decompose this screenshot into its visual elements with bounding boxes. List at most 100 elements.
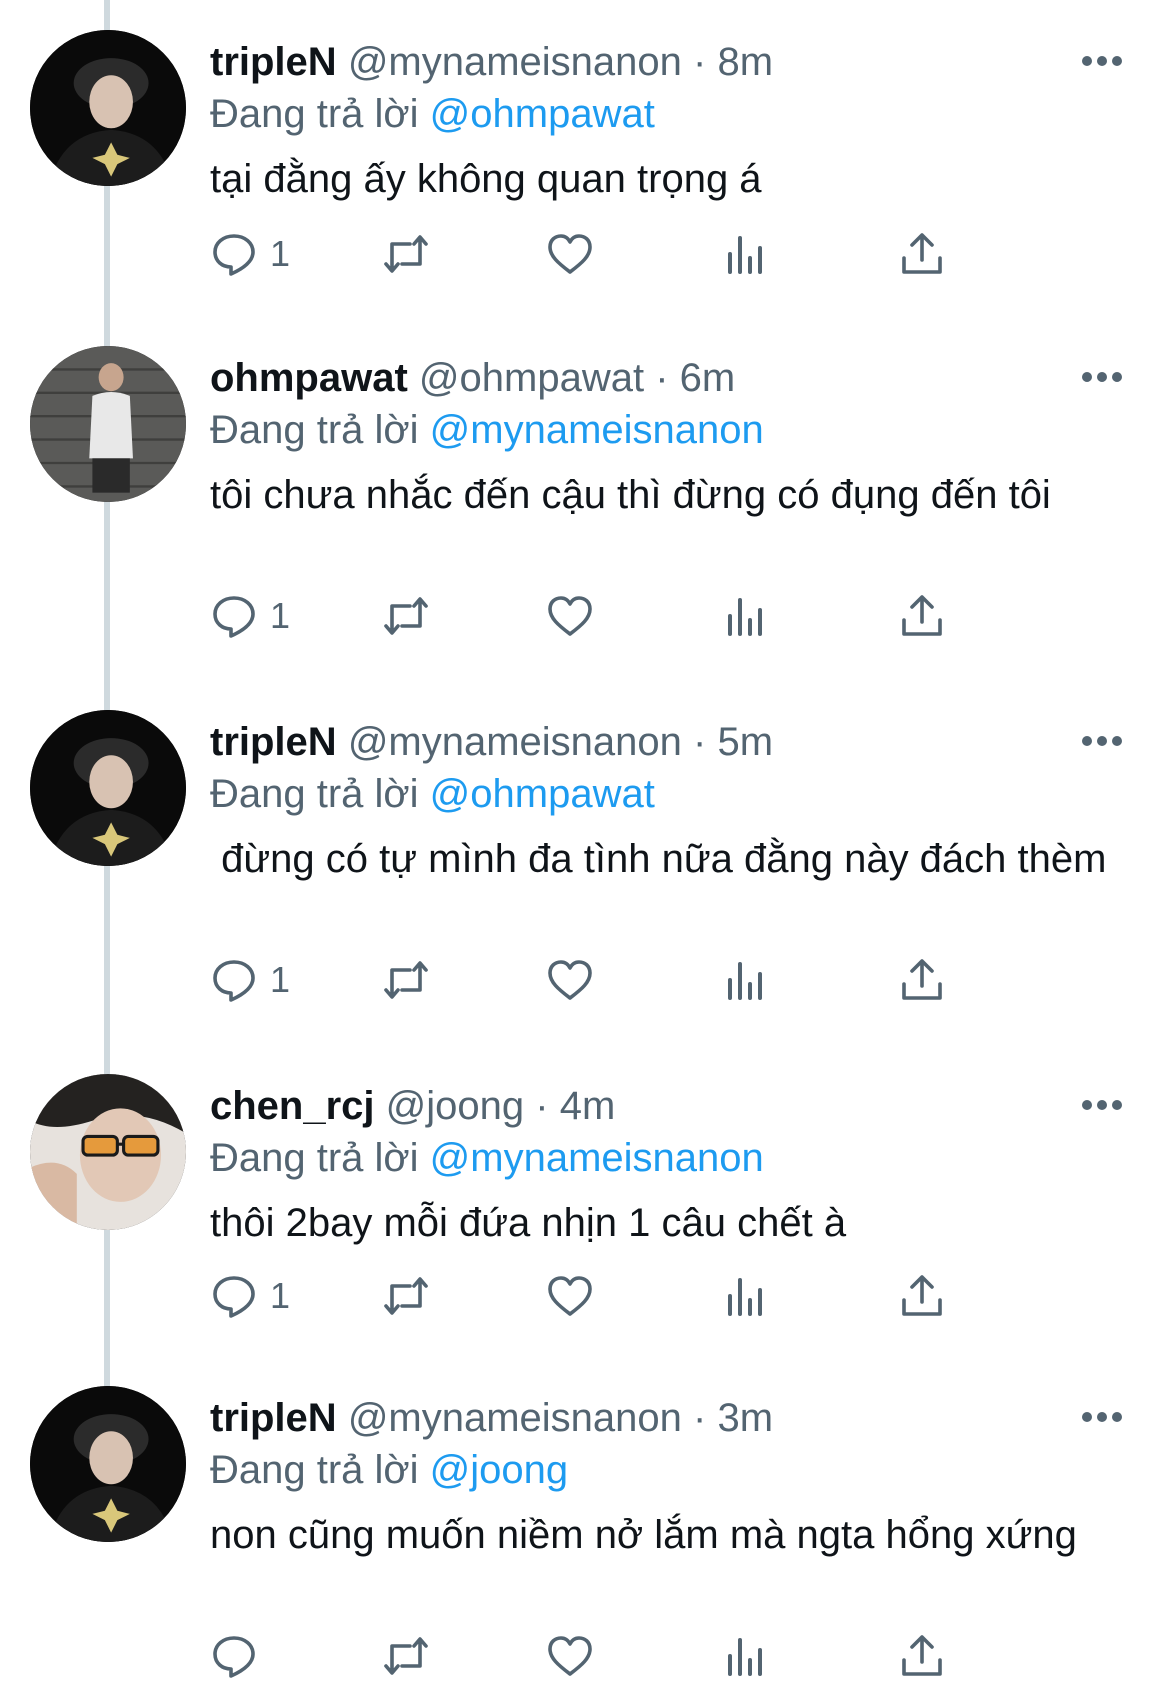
reply-button[interactable]: 1 (210, 226, 290, 282)
retweet-button[interactable] (382, 588, 430, 644)
display-name[interactable]: ohmpawat (210, 356, 408, 400)
reply-count: 1 (270, 959, 291, 1000)
reply-count: 1 (270, 595, 291, 636)
replying-to-label: Đang trả lời (210, 1136, 419, 1180)
reply-icon (213, 1636, 255, 1678)
reply-count: 1 (270, 1275, 291, 1316)
tweet-actions: 1 (210, 952, 1040, 1008)
views-button[interactable] (722, 1628, 770, 1684)
reply-icon (213, 1276, 255, 1318)
avatar[interactable] (30, 346, 186, 502)
avatar[interactable] (30, 30, 186, 186)
mention-link[interactable]: @mynameisnanon (430, 1136, 764, 1180)
retweet-button[interactable] (382, 952, 430, 1008)
user-handle[interactable]: @mynameisnanon (348, 720, 682, 764)
share-button[interactable] (898, 952, 946, 1008)
tweet-actions: 1 (210, 588, 1040, 644)
timestamp[interactable]: 8m (718, 40, 774, 84)
replying-to-label: Đang trả lời (210, 772, 419, 816)
reply-button[interactable]: 1 (210, 588, 290, 644)
like-icon (548, 596, 592, 636)
display-name[interactable]: tripleN (210, 1396, 337, 1440)
views-button[interactable] (722, 952, 770, 1008)
retweet-button[interactable] (382, 1628, 430, 1684)
share-icon (902, 959, 942, 1000)
tweet-text: đừng có tự mình đa tình nữa đằng này đác… (210, 837, 1107, 881)
share-button[interactable] (898, 588, 946, 644)
user-handle[interactable]: @joong (386, 1084, 524, 1128)
like-button[interactable] (546, 1628, 594, 1684)
replying-to-label: Đang trả lời (210, 1448, 419, 1492)
like-button[interactable] (546, 588, 594, 644)
display-name[interactable]: tripleN (210, 720, 337, 764)
user-handle[interactable]: @mynameisnanon (348, 1396, 682, 1440)
share-icon (902, 233, 942, 274)
more-icon[interactable] (1082, 1410, 1122, 1424)
separator: · (535, 1084, 549, 1128)
views-icon (728, 598, 762, 636)
user-handle[interactable]: @mynameisnanon (348, 40, 682, 84)
more-icon[interactable] (1082, 734, 1122, 748)
share-button[interactable] (898, 226, 946, 282)
tweet-actions: 1 (210, 1268, 1040, 1324)
mention-link[interactable]: @mynameisnanon (430, 408, 764, 452)
retweet-button[interactable] (382, 226, 430, 282)
reply-button[interactable]: 1 (210, 952, 290, 1008)
separator: · (693, 1396, 707, 1440)
more-icon[interactable] (1082, 1098, 1122, 1112)
replying-to: Đang trả lời @mynameisnanon (210, 1134, 764, 1182)
mention-link[interactable]: @joong (430, 1448, 568, 1492)
timestamp[interactable]: 4m (560, 1084, 616, 1128)
mention-link[interactable]: @ohmpawat (430, 92, 655, 136)
more-icon[interactable] (1082, 54, 1122, 68)
share-button[interactable] (898, 1268, 946, 1324)
like-icon (548, 960, 592, 1000)
reply-icon (213, 596, 255, 638)
timestamp[interactable]: 3m (718, 1396, 774, 1440)
display-name[interactable]: chen_rcj (210, 1084, 375, 1128)
retweet-icon (384, 961, 428, 999)
timestamp[interactable]: 6m (680, 356, 736, 400)
avatar-tripleN-image (30, 30, 186, 186)
reply-count: 1 (270, 233, 291, 274)
retweet-icon (384, 597, 428, 635)
avatar-tripleN-image (30, 710, 186, 866)
share-button[interactable] (898, 1628, 946, 1684)
like-icon (548, 234, 592, 274)
avatar[interactable] (30, 1074, 186, 1230)
views-icon (728, 1278, 762, 1316)
timestamp[interactable]: 5m (718, 720, 774, 764)
replying-to-label: Đang trả lời (210, 408, 419, 452)
like-button[interactable] (546, 952, 594, 1008)
mention-link[interactable]: @ohmpawat (430, 772, 655, 816)
reply-button[interactable] (210, 1628, 258, 1684)
avatar[interactable] (30, 1386, 186, 1542)
more-icon[interactable] (1082, 370, 1122, 384)
views-icon (728, 236, 762, 274)
like-button[interactable] (546, 226, 594, 282)
views-button[interactable] (722, 226, 770, 282)
user-handle[interactable]: @ohmpawat (419, 356, 644, 400)
avatar[interactable] (30, 710, 186, 866)
like-icon (548, 1276, 592, 1316)
reply-icon (213, 234, 255, 276)
retweet-icon (384, 1637, 428, 1675)
views-button[interactable] (722, 1268, 770, 1324)
separator: · (693, 40, 707, 84)
tweet-header: chen_rcj @joong · 4m (210, 1082, 615, 1130)
views-button[interactable] (722, 588, 770, 644)
tweet-header: ohmpawat @ohmpawat · 6m (210, 354, 735, 402)
retweet-button[interactable] (382, 1268, 430, 1324)
tweet-text: non cũng muốn niềm nở lắm mà ngta hổng x… (210, 1513, 1077, 1557)
replying-to: Đang trả lời @ohmpawat (210, 770, 655, 818)
like-button[interactable] (546, 1268, 594, 1324)
like-icon (548, 1636, 592, 1676)
views-icon (728, 962, 762, 1000)
reply-button[interactable]: 1 (210, 1268, 290, 1324)
avatar-chen-image (30, 1074, 186, 1230)
retweet-icon (384, 1277, 428, 1315)
tweet-actions: 1 (210, 226, 1040, 282)
separator: · (693, 720, 707, 764)
retweet-icon (384, 235, 428, 273)
display-name[interactable]: tripleN (210, 40, 337, 84)
